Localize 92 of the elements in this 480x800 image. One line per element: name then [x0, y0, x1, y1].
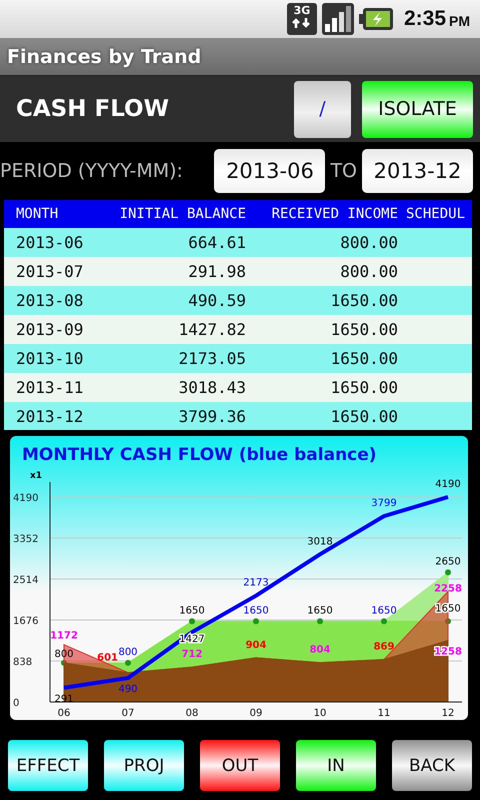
- x-tick-label: 11: [378, 708, 390, 719]
- data-point: [445, 618, 451, 624]
- data-label: 1172: [50, 630, 78, 642]
- data-label: 2650: [435, 556, 461, 568]
- x-tick-label: 10: [314, 708, 326, 719]
- header-button[interactable]: /: [294, 80, 351, 138]
- data-label: 904: [246, 640, 266, 651]
- data-point: [445, 569, 451, 576]
- data-point: [125, 660, 131, 666]
- table-cell: 490.59: [116, 286, 246, 315]
- y-tick-label: 838: [13, 657, 32, 668]
- data-point: [381, 618, 387, 624]
- column-header: INITIAL BALANCE: [116, 200, 246, 228]
- data-label: 291: [54, 694, 74, 705]
- table-row[interactable]: 2013-07 291.98 800.00: [4, 257, 472, 286]
- data-label: 3799: [371, 498, 397, 510]
- y-tick-label: 1676: [13, 616, 38, 627]
- battery-charging-icon: [358, 8, 393, 30]
- table-cell: 2013-12: [4, 402, 116, 430]
- action-button[interactable]: EFFECT: [8, 740, 88, 791]
- table-cell: 3799.36: [116, 402, 246, 430]
- data-label: 804: [310, 644, 330, 656]
- table-row[interactable]: 2013-10 2173.05 1650.00: [4, 344, 472, 373]
- data-label: 1650: [371, 605, 397, 616]
- table-cell: 2173.05: [116, 344, 246, 373]
- data-label: 3018: [307, 536, 333, 548]
- data-label: 4190: [435, 479, 461, 490]
- table-cell: 664.61: [116, 228, 246, 257]
- table-cell: 291.98: [116, 257, 246, 286]
- table-cell: 2013-06: [4, 228, 116, 257]
- table-row[interactable]: 2013-09 1427.82 1650.00: [4, 315, 472, 344]
- y-tick-label: 2514: [13, 575, 38, 586]
- table-cell: 800.00: [246, 228, 398, 257]
- table-cell: 2013-09: [4, 315, 116, 344]
- date-field[interactable]: 2013-06: [214, 149, 326, 193]
- x-tick-label: 06: [58, 708, 70, 719]
- y-tick-label: 4190: [13, 493, 38, 504]
- data-label: 1650: [307, 605, 333, 616]
- period-label: PERIOD (YYYY-MM):: [0, 160, 184, 182]
- header-button[interactable]: ISOLATE: [362, 80, 473, 138]
- table-row[interactable]: 2013-06 664.61 800.00: [4, 228, 472, 257]
- data-point: [253, 618, 259, 624]
- table-cell: 3018.43: [116, 373, 246, 402]
- table-cell: 1650.00: [246, 402, 398, 430]
- table-cell: 2013-10: [4, 344, 116, 373]
- data-label: 712: [182, 649, 202, 660]
- x-tick-label: 08: [186, 708, 198, 719]
- screen-title: CASH FLOW: [16, 96, 170, 122]
- x-tick-label: 07: [122, 708, 134, 719]
- table-row[interactable]: 2013-08 490.59 1650.00: [4, 286, 472, 315]
- signal-icon: [322, 3, 354, 35]
- data-label: 490: [118, 684, 138, 696]
- range-separator: TO: [330, 160, 357, 182]
- data-label: 800: [118, 646, 138, 658]
- app-title: Finances by Trand: [7, 46, 202, 68]
- x-tick-label: 09: [250, 708, 262, 719]
- column-header: RECEIVED INCOME: [246, 200, 398, 228]
- table-cell: 1650.00: [246, 315, 398, 344]
- data-label: 800: [54, 648, 74, 660]
- data-label: 1650: [243, 605, 269, 616]
- chart-title: MONTHLY CASH FLOW (blue balance): [22, 445, 377, 465]
- table-cell: 800.00: [246, 257, 398, 286]
- data-label: 601: [97, 652, 118, 664]
- x-tick-label: 12: [442, 708, 454, 719]
- column-header: SCHEDUL: [398, 200, 472, 228]
- action-button[interactable]: PROJ: [104, 740, 184, 791]
- table-cell: 1427.82: [116, 315, 246, 344]
- action-button[interactable]: BACK: [392, 740, 472, 791]
- data-point: [317, 618, 323, 624]
- data-label: 869: [374, 641, 394, 652]
- table-cell: 2013-11: [4, 373, 116, 402]
- clock-period: PM: [449, 12, 470, 29]
- table-cell: 2013-07: [4, 257, 116, 286]
- date-field[interactable]: 2013-12: [362, 149, 473, 193]
- y-tick-label: 0: [13, 698, 20, 709]
- table-cell: 1650.00: [246, 373, 398, 402]
- table-row[interactable]: 2013-11 3018.43 1650.00: [4, 373, 472, 402]
- table-row[interactable]: 2013-12 3799.36 1650.00: [4, 402, 472, 430]
- data-label: 2258: [434, 584, 462, 595]
- data-point: [189, 618, 195, 624]
- table-cell: 1650.00: [246, 286, 398, 315]
- action-button[interactable]: OUT: [200, 740, 280, 791]
- column-header: MONTH: [4, 200, 116, 228]
- network-icon: 3G: [286, 3, 317, 35]
- data-label: 1650: [179, 605, 205, 616]
- data-label: 2173: [243, 578, 269, 589]
- action-button[interactable]: IN: [296, 740, 376, 791]
- clock-time: 2:35: [404, 7, 446, 31]
- y-tick-label: 3352: [13, 534, 38, 545]
- table-cell: 2013-08: [4, 286, 116, 315]
- table-cell: 1650.00: [246, 344, 398, 373]
- axis-unit: x1: [30, 471, 42, 481]
